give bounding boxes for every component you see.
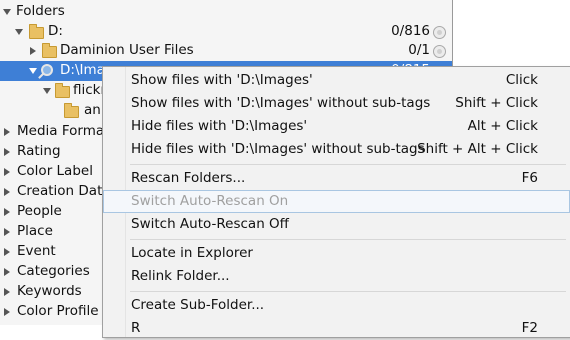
menu-item-show-files-without-subtags[interactable]: Show files with 'D:\Images' without sub-… xyxy=(103,92,570,115)
folder-icon xyxy=(64,103,79,118)
folder-icon xyxy=(29,24,44,39)
menu-separator xyxy=(130,164,566,165)
folders-section-header[interactable]: Folders xyxy=(0,2,452,22)
menu-item-label: Locate in Explorer xyxy=(131,245,253,261)
tree-item-label: Daminion User Files xyxy=(60,42,194,58)
collapse-arrow-icon[interactable] xyxy=(3,9,11,15)
tree-item-drive-d[interactable]: D: 0/816 xyxy=(0,22,452,42)
menu-item-shortcut: Alt + Click xyxy=(467,118,538,134)
menu-item-label: Show files with 'D:\Images' xyxy=(131,72,313,88)
menu-item-shortcut: Shift + Alt + Click xyxy=(417,141,538,157)
expand-arrow-icon[interactable] xyxy=(4,308,10,316)
menu-item-label: Show files with 'D:\Images' without sub-… xyxy=(131,95,431,111)
folder-icon xyxy=(55,83,70,98)
menu-item-shortcut: F2 xyxy=(521,320,538,336)
menu-item-label: Rescan Folders... xyxy=(131,170,246,186)
section-label: Event xyxy=(17,243,56,259)
folders-header-label: Folders xyxy=(16,3,65,19)
menu-item-label: Relink Folder... xyxy=(131,268,230,284)
section-label: People xyxy=(17,203,62,219)
section-label: Rating xyxy=(17,143,61,159)
expand-arrow-icon[interactable] xyxy=(30,47,36,55)
menu-item-shortcut: Shift + Click xyxy=(455,95,538,111)
menu-item-auto-rescan-off[interactable]: Switch Auto-Rescan Off xyxy=(103,213,570,236)
expand-arrow-icon[interactable] xyxy=(4,228,10,236)
section-label: Place xyxy=(17,223,53,239)
collapse-arrow-icon[interactable] xyxy=(29,68,37,74)
item-count: 0/1 xyxy=(408,42,430,58)
section-label: Color Profile xyxy=(17,303,99,319)
menu-separator xyxy=(130,291,566,292)
menu-separator xyxy=(130,239,566,240)
filter-toggle-icon[interactable] xyxy=(433,45,446,58)
menu-item-create-sub-folder[interactable]: Create Sub-Folder... xyxy=(103,294,570,317)
item-count: 0/816 xyxy=(391,23,430,39)
menu-item-hide-files[interactable]: Hide files with 'D:\Images' Alt + Click xyxy=(103,115,570,138)
section-label: Media Format xyxy=(17,123,110,139)
magnifier-handle xyxy=(38,73,44,79)
expand-arrow-icon[interactable] xyxy=(4,248,10,256)
section-label: Creation Date xyxy=(17,183,111,199)
section-label: Color Label xyxy=(17,163,93,179)
tree-item-daminion-user-files[interactable]: Daminion User Files 0/1 xyxy=(0,41,452,61)
pane-divider xyxy=(452,0,453,70)
menu-item-label: Hide files with 'D:\Images' xyxy=(131,118,308,134)
collapse-arrow-icon[interactable] xyxy=(43,88,51,94)
menu-item-shortcut: Click xyxy=(505,72,538,88)
menu-item-rename[interactable]: R F2 xyxy=(103,317,570,340)
menu-item-show-files[interactable]: Show files with 'D:\Images' Click xyxy=(103,69,570,92)
tree-item-label: D: xyxy=(48,23,63,39)
folder-icon xyxy=(42,43,57,58)
section-label: Categories xyxy=(17,263,90,279)
expand-arrow-icon[interactable] xyxy=(4,288,10,296)
expand-arrow-icon[interactable] xyxy=(4,128,10,136)
expand-arrow-icon[interactable] xyxy=(4,208,10,216)
menu-item-label: Create Sub-Folder... xyxy=(131,297,265,313)
menu-item-label: R xyxy=(131,320,141,336)
menu-item-hide-files-without-subtags[interactable]: Hide files with 'D:\Images' without sub-… xyxy=(103,138,570,161)
expand-arrow-icon[interactable] xyxy=(4,268,10,276)
context-menu: Show files with 'D:\Images' Click Show f… xyxy=(102,66,570,338)
tree-item-label: an xyxy=(84,102,101,118)
menu-item-auto-rescan-on: Switch Auto-Rescan On xyxy=(103,190,570,213)
expand-arrow-icon[interactable] xyxy=(4,168,10,176)
section-label: Keywords xyxy=(17,283,82,299)
menu-item-label: Hide files with 'D:\Images' without sub-… xyxy=(131,141,425,157)
filter-toggle-icon[interactable] xyxy=(433,26,446,39)
expand-arrow-icon[interactable] xyxy=(4,188,10,196)
menu-item-label: Switch Auto-Rescan On xyxy=(131,193,289,209)
menu-item-locate-in-explorer[interactable]: Locate in Explorer xyxy=(103,242,570,265)
expand-arrow-icon[interactable] xyxy=(4,148,10,156)
menu-item-rescan-folders[interactable]: Rescan Folders... F6 xyxy=(103,167,570,190)
menu-item-shortcut: F6 xyxy=(521,170,538,186)
collapse-arrow-icon[interactable] xyxy=(15,29,23,35)
menu-item-label: Switch Auto-Rescan Off xyxy=(131,216,289,232)
menu-item-relink-folder[interactable]: Relink Folder... xyxy=(103,265,570,288)
